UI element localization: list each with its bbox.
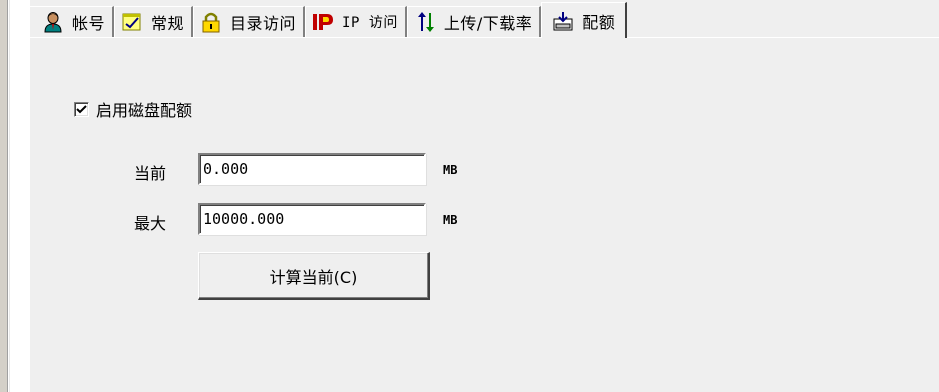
- tab-account[interactable]: 帐号: [30, 6, 115, 37]
- general-icon: [121, 11, 143, 33]
- enable-quota-row[interactable]: 启用磁盘配额: [74, 97, 192, 121]
- tab-upload-download-rate-label: 上传/下载率: [443, 14, 533, 33]
- tab-upload-download-rate[interactable]: 上传/下载率: [406, 6, 542, 37]
- ip-icon: [312, 11, 334, 33]
- tab-quota-label: 配额: [582, 12, 616, 32]
- quota-dialog: 帐号 常规 目录访问 IP 访问 上传/下载率 配额 启用磁盘配额 当前 0.0…: [30, 0, 939, 392]
- current-label: 当前: [134, 164, 167, 183]
- current-unit: MB: [443, 163, 458, 177]
- max-value-field[interactable]: 10000.000: [198, 203, 426, 235]
- disk-quota-icon: [552, 10, 574, 32]
- tab-directory-access[interactable]: 目录访问: [193, 6, 306, 37]
- updown-arrows-icon: [414, 11, 436, 33]
- tab-ip-access[interactable]: IP 访问: [305, 6, 407, 37]
- tab-strip: 帐号 常规 目录访问 IP 访问 上传/下载率 配额: [30, 0, 628, 38]
- quota-panel: [30, 37, 939, 392]
- user-icon: [42, 11, 64, 33]
- tab-account-label: 帐号: [72, 14, 106, 33]
- tab-quota[interactable]: 配额: [541, 2, 628, 38]
- check-mark-icon: [76, 104, 87, 113]
- lock-icon: [200, 11, 222, 33]
- enable-quota-checkbox[interactable]: [74, 101, 89, 117]
- tab-general[interactable]: 常规: [114, 6, 194, 37]
- current-value-field[interactable]: 0.000: [198, 153, 426, 185]
- max-label: 最大: [134, 214, 167, 233]
- enable-quota-label: 启用磁盘配额: [96, 101, 193, 120]
- tab-general-label: 常规: [151, 14, 185, 33]
- tab-directory-access-label: 目录访问: [230, 14, 297, 33]
- window-left-edge: [0, 0, 10, 392]
- calculate-current-button[interactable]: 计算当前(C): [198, 252, 430, 300]
- max-unit: MB: [443, 213, 458, 227]
- tab-ip-access-label: IP 访问: [342, 15, 398, 31]
